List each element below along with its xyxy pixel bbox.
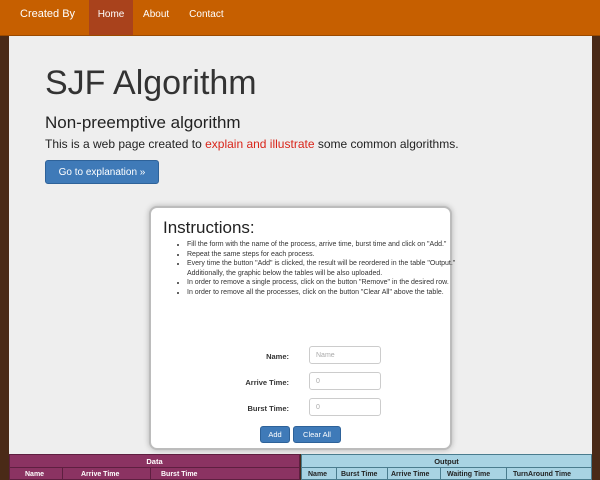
output-col-name: Name	[308, 471, 328, 478]
instruction-item: In order to remove all the processes, cl…	[187, 288, 459, 298]
output-col-waiting-time: Waiting Time	[447, 471, 491, 478]
arrive-time-input[interactable]	[309, 372, 381, 390]
lead-text-before: This is a web page created to	[45, 137, 206, 151]
nav-contact[interactable]: Contact	[179, 0, 233, 35]
column-separator	[506, 468, 507, 480]
burst-time-input[interactable]	[309, 398, 381, 416]
arrive-time-label: Arrive Time:	[245, 378, 289, 387]
lead-text: This is a web page created to explain an…	[45, 137, 459, 151]
column-separator	[150, 468, 151, 480]
page-title: SJF Algorithm	[45, 64, 257, 102]
page-subtitle: Non-preemptive algorithm	[45, 113, 241, 132]
data-table-caption: Data	[146, 457, 163, 466]
nav-home[interactable]: Home	[89, 0, 134, 35]
output-col-arrive-time: Arrive Time	[391, 471, 430, 478]
data-col-name: Name	[25, 471, 45, 478]
instruction-item: Every time the button "Add" is clicked, …	[187, 259, 459, 278]
clear-all-button[interactable]: Clear All	[293, 426, 341, 443]
data-col-arrive-time: Arrive Time	[81, 471, 120, 478]
instructions-list: Fill the form with the name of the proce…	[175, 240, 459, 297]
main-content: SJF Algorithm Non-preemptive algorithm T…	[9, 36, 592, 454]
output-col-turnaround-time: TurnAround Time	[513, 471, 572, 478]
name-input[interactable]	[309, 346, 381, 364]
add-button[interactable]: Add	[260, 426, 290, 443]
instruction-item: Fill the form with the name of the proce…	[187, 240, 459, 250]
column-separator	[336, 468, 337, 480]
data-table: Data Name Arrive Time Burst Time	[9, 454, 300, 480]
instructions-panel: Instructions: Fill the form with the nam…	[149, 206, 455, 450]
data-table-divider	[10, 467, 299, 468]
output-col-burst-time: Burst Time	[341, 471, 378, 478]
burst-time-label: Burst Time:	[247, 404, 289, 413]
data-col-burst-time: Burst Time	[161, 471, 198, 478]
name-label: Name:	[266, 352, 289, 361]
brand-link[interactable]: Created By	[0, 0, 83, 28]
lead-text-after: some common algorithms.	[314, 137, 459, 151]
lead-text-highlight: explain and illustrate	[205, 137, 315, 151]
column-separator	[62, 468, 63, 480]
instruction-item: Repeat the same steps for each process.	[187, 250, 459, 260]
output-table-divider	[302, 467, 591, 468]
column-separator	[387, 468, 388, 480]
column-separator	[440, 468, 441, 480]
output-table: Output Name Burst Time Arrive Time Waiti…	[301, 454, 592, 480]
go-to-explanation-button[interactable]: Go to explanation »	[45, 160, 159, 184]
page: Created By Home About Contact SJF Algori…	[0, 0, 600, 480]
nav-about[interactable]: About	[133, 0, 179, 35]
instructions-title: Instructions:	[163, 218, 255, 237]
navbar: Created By Home About Contact	[0, 0, 600, 36]
output-table-caption: Output	[434, 457, 459, 466]
instruction-item: In order to remove a single process, cli…	[187, 278, 459, 288]
